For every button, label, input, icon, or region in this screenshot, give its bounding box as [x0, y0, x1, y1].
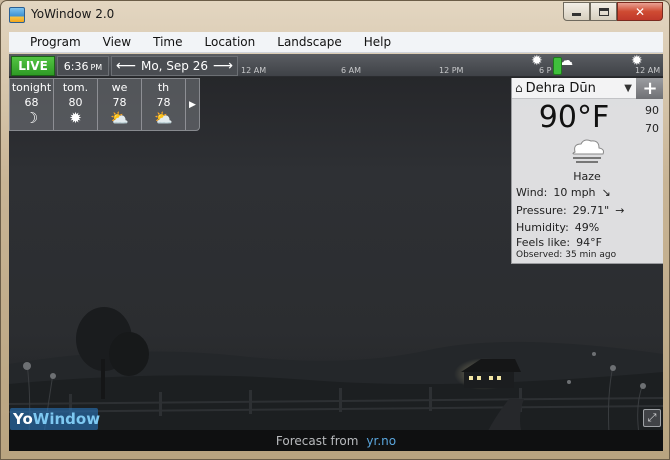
menu-bar: Program View Time Location Landscape Hel… — [9, 32, 663, 53]
yowindow-app-icon — [9, 7, 25, 23]
feels-like-row: Feels like: 94°F — [516, 236, 602, 249]
wind-label: Wind: — [516, 186, 548, 199]
observed-row: Observed: 35 min ago — [516, 250, 616, 260]
forecast-day-name: tonight — [11, 81, 52, 94]
close-button[interactable]: ✕ — [617, 2, 663, 21]
prev-day-arrow-icon[interactable]: ⟵ — [116, 58, 136, 74]
sun-cloud-icon: ⛅ — [154, 109, 173, 127]
wind-direction-icon: ↘ — [601, 186, 611, 199]
forecast-day[interactable]: we 78 ⛅ — [98, 79, 142, 130]
wind-row: Wind: 10 mph ↘ — [516, 186, 611, 199]
high-low: 90 70 — [640, 102, 663, 138]
forecast-day-name: th — [157, 81, 170, 94]
forecast-source-bar: Forecast from yr.no — [9, 430, 663, 451]
forecast-day[interactable]: th 78 ⛅ — [142, 79, 186, 130]
feels-like-label: Feels like: — [516, 236, 571, 249]
timeline-sun-icon: ✹ — [631, 54, 643, 69]
maximize-button[interactable] — [590, 2, 617, 21]
menu-program[interactable]: Program — [19, 35, 92, 49]
window-title: YoWindow 2.0 — [31, 7, 115, 21]
minimize-icon — [572, 13, 581, 16]
current-temperature: 90°F — [538, 100, 610, 135]
current-weather-panel: ⌂ Dehra Dūn ▼ + 90°F 90 70 Haze Wind: 10 … — [511, 78, 663, 264]
logo-window: Window — [32, 410, 101, 428]
forecast-day[interactable]: tonight 68 ☽ — [10, 79, 54, 130]
forecast-source-link[interactable]: yr.no — [366, 434, 396, 448]
location-selector[interactable]: ⌂ Dehra Dūn ▼ — [512, 78, 636, 99]
humidity-value: 49% — [574, 221, 600, 234]
pressure-label: Pressure: — [516, 204, 567, 217]
timeline-label: 12 AM — [241, 66, 267, 75]
logo-yo: Yo — [13, 410, 33, 428]
pressure-value: 29.71" — [572, 204, 610, 217]
forecast-day-temp: 80 — [68, 96, 83, 109]
condition-label: Haze — [573, 170, 601, 183]
maximize-icon — [598, 7, 609, 16]
live-button[interactable]: LIVE — [11, 56, 55, 76]
timeline-bar[interactable]: LIVE 6:36 PM ⟵ Mo, Sep 26 ⟶ 12 AM 6 AM 1… — [9, 54, 663, 77]
menu-location[interactable]: Location — [194, 35, 267, 49]
add-location-button[interactable]: + — [636, 78, 663, 99]
menu-time[interactable]: Time — [142, 35, 193, 49]
menu-landscape[interactable]: Landscape — [266, 35, 352, 49]
time-ampm: PM — [90, 62, 103, 72]
menu-help[interactable]: Help — [353, 35, 402, 49]
next-day-arrow-icon[interactable]: ⟶ — [213, 58, 233, 74]
high-temp: 90 — [645, 104, 659, 117]
location-name: Dehra Dūn — [525, 80, 596, 96]
humidity-row: Humidity: 49% — [516, 221, 599, 234]
forecast-day-temp: 68 — [24, 96, 39, 109]
forecast-day[interactable]: tom. 80 ✹ — [54, 79, 98, 130]
time-value: 6:36 — [63, 59, 89, 73]
close-icon: ✕ — [634, 4, 646, 19]
timeline-sun-icon: ✹ — [531, 54, 543, 69]
low-temp: 70 — [645, 122, 659, 135]
forecast-day-temp: 78 — [112, 96, 127, 109]
forecast-day-name: tom. — [62, 81, 89, 94]
timeline-label: 12 PM — [439, 66, 464, 75]
moon-icon: ☽ — [24, 109, 39, 127]
home-icon[interactable]: ⌂ — [515, 81, 523, 95]
observed-label: Observed: — [516, 250, 563, 260]
time-display: 6:36 PM — [57, 56, 109, 76]
weather-scene[interactable]: LIVE 6:36 PM ⟵ Mo, Sep 26 ⟶ 12 AM 6 AM 1… — [9, 54, 663, 451]
title-bar[interactable]: YoWindow 2.0 ✕ — [1, 1, 669, 29]
haze-cloud-icon — [572, 139, 604, 163]
app-window: YoWindow 2.0 ✕ Program View Time Locatio… — [0, 0, 670, 460]
window-controls: ✕ — [563, 2, 663, 21]
feels-like-value: 94°F — [576, 236, 602, 249]
yowindow-logo[interactable]: Yo Window — [10, 408, 101, 430]
forecast-day-temp: 78 — [156, 96, 171, 109]
forecast-strip: tonight 68 ☽ tom. 80 ✹ we 78 ⛅ th 78 ⛅ ▶ — [9, 78, 200, 131]
pressure-trend-icon: → — [615, 204, 625, 217]
wind-value: 10 mph — [553, 186, 596, 199]
observed-value: 35 min ago — [565, 250, 617, 260]
date-selector: ⟵ Mo, Sep 26 ⟶ — [111, 56, 238, 76]
date-value: Mo, Sep 26 — [140, 59, 209, 73]
timeline-slider-thumb[interactable] — [553, 57, 562, 75]
pressure-row: Pressure: 29.71" → — [516, 204, 624, 217]
location-dropdown-icon[interactable]: ▼ — [624, 83, 632, 94]
forecast-more-arrow-icon[interactable]: ▶ — [186, 79, 199, 130]
fullscreen-icon[interactable]: ⤢ — [643, 409, 661, 427]
forecast-day-name: we — [111, 81, 128, 94]
forecast-from-label: Forecast from — [275, 433, 359, 448]
timeline-label: 6 AM — [341, 66, 362, 75]
sun-cloud-icon: ⛅ — [110, 109, 129, 127]
humidity-label: Humidity: — [516, 221, 569, 234]
menu-view[interactable]: View — [92, 35, 142, 49]
minimize-button[interactable] — [563, 2, 590, 21]
sun-icon: ✹ — [69, 109, 82, 127]
